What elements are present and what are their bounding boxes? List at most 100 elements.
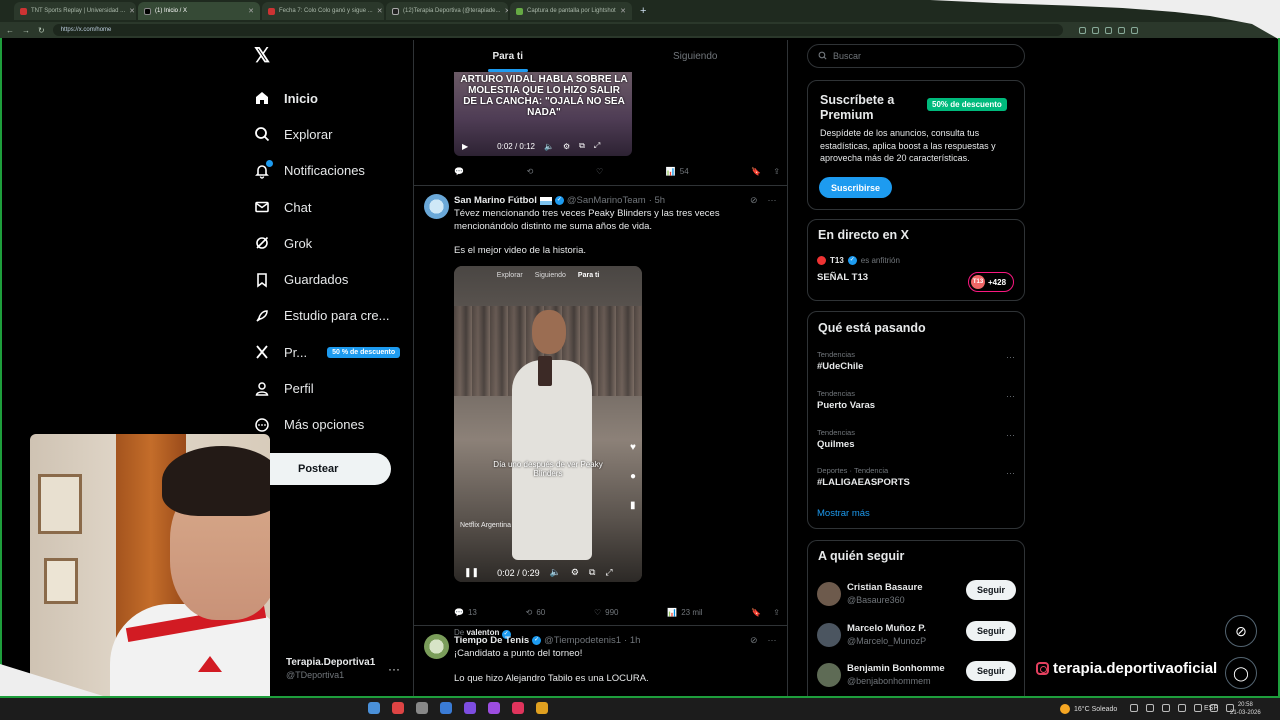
search-input[interactable]: Buscar [807, 44, 1025, 68]
views-stat[interactable]: 📊 54 [666, 167, 689, 176]
live-channel[interactable]: SEÑAL T13 [817, 272, 868, 283]
views-stat[interactable]: 📊 23 mil [667, 608, 702, 617]
menu-icon[interactable] [1130, 26, 1138, 34]
avatar[interactable] [424, 194, 449, 219]
trend-item[interactable]: Deportes · Tendencia #LALIGAEASPORTS ··· [817, 466, 1017, 488]
tray-icon[interactable] [1162, 704, 1170, 712]
nav-item-notifications[interactable]: Notificaciones [250, 153, 410, 189]
tweet-time[interactable]: · 1h [624, 635, 640, 646]
nav-item-more[interactable]: Más opciones [250, 407, 410, 443]
grok-floating-button[interactable]: ⊘ [1225, 615, 1257, 647]
reply-icon[interactable]: 💬 [454, 167, 464, 176]
post-button[interactable]: Postear [250, 453, 391, 485]
url-field[interactable]: https://x.com/home [52, 24, 1063, 36]
app-icon[interactable] [536, 702, 548, 714]
tray-icon[interactable] [1194, 704, 1202, 712]
tweet-author-handle[interactable]: @Tiempodetenis1 [544, 635, 621, 646]
nav-item-home[interactable]: Inicio [250, 80, 410, 116]
account-more-icon[interactable]: ··· [388, 662, 400, 676]
show-more-link[interactable]: Mostrar más [817, 508, 870, 519]
like-icon[interactable]: ♡ [596, 167, 603, 176]
back-arrow-icon[interactable]: ← [6, 26, 14, 35]
nav-item-chat[interactable]: Chat [250, 189, 410, 225]
chrome-icon[interactable] [368, 702, 380, 714]
repost-icon[interactable]: ⟲ [527, 167, 534, 176]
forward-arrow-icon[interactable]: → [22, 26, 30, 35]
tab-following[interactable]: Siguiendo [602, 40, 788, 72]
fullscreen-icon[interactable]: ⤢ [594, 141, 600, 151]
close-tab-icon[interactable]: ✕ [377, 7, 383, 15]
app-icon[interactable] [488, 702, 500, 714]
app-icon[interactable] [512, 702, 524, 714]
tweet-video-player[interactable]: ARTURO VIDAL HABLA SOBRE LA MOLESTIA QUE… [454, 72, 632, 156]
app-icon[interactable] [392, 702, 404, 714]
live-listeners-pill[interactable]: T13 +428 [968, 272, 1014, 292]
live-host[interactable]: T13 ✓ es anfitrión [817, 256, 900, 265]
repost-button[interactable]: ⟲ 60 [526, 608, 546, 617]
profile-icon[interactable] [1117, 26, 1125, 34]
nav-item-profile[interactable]: Perfil [250, 370, 410, 406]
nav-item-premium[interactable]: Pr... 50 % de descuento [250, 334, 410, 370]
nav-item-bookmarks[interactable]: Guardados [250, 261, 410, 297]
pip-icon[interactable]: ⧉ [579, 141, 585, 151]
avatar[interactable] [817, 663, 841, 687]
browser-tab-3[interactable]: Fecha 7: Colo Colo ganó y sigue ... ✕ [262, 2, 384, 20]
fullscreen-icon[interactable]: ⤢ [605, 567, 612, 578]
tweet-author-name[interactable]: San Marino Fútbol [454, 195, 537, 206]
more-icon[interactable]: ··· [768, 635, 777, 646]
clock[interactable]: 20:58 21-03-2026 [1230, 701, 1261, 717]
messages-floating-button[interactable]: ◯ [1225, 657, 1257, 689]
like-button[interactable]: ♡ 990 [594, 608, 619, 617]
avatar[interactable] [424, 634, 449, 659]
weather-widget[interactable]: 16°C Soleado [1060, 704, 1117, 714]
trend-item[interactable]: Tendencias #UdeChile ··· [817, 350, 1017, 372]
avatar[interactable] [817, 582, 841, 606]
more-icon[interactable]: ··· [1006, 352, 1015, 362]
volume-icon[interactable]: 🔈 [544, 142, 554, 151]
tweet-author-handle[interactable]: @SanMarinoTeam [567, 195, 646, 206]
volume-icon[interactable]: 🔈 [550, 567, 561, 578]
share-icon[interactable]: ⇪ [773, 608, 780, 617]
bookmark-icon[interactable]: 🔖 [751, 608, 761, 617]
settings-icon[interactable]: ⚙ [571, 567, 579, 578]
play-icon[interactable]: ▶ [462, 142, 468, 151]
follow-button[interactable]: Seguir [966, 661, 1016, 681]
nav-item-explore[interactable]: Explorar [250, 116, 410, 152]
follow-button[interactable]: Seguir [966, 580, 1016, 600]
settings-icon[interactable]: ⚙ [563, 142, 570, 151]
follow-button[interactable]: Seguir [966, 621, 1016, 641]
trend-item[interactable]: Tendencias Quilmes ··· [817, 428, 1017, 450]
tab-for-you[interactable]: Para ti [414, 40, 602, 72]
avatar[interactable] [817, 623, 841, 647]
trend-item[interactable]: Tendencias Puerto Varas ··· [817, 389, 1017, 411]
extension-icon[interactable] [1091, 26, 1099, 34]
grok-icon[interactable]: ⊘ [750, 635, 758, 646]
more-icon[interactable]: ··· [1006, 468, 1015, 478]
tweet-time[interactable]: · 5h [649, 195, 665, 206]
close-tab-icon[interactable]: ✕ [620, 7, 626, 15]
browser-tab-2[interactable]: (1) Inicio / X ✕ [138, 2, 260, 20]
share-icon[interactable]: ⇪ [773, 167, 780, 176]
tray-icon[interactable] [1130, 704, 1138, 712]
bookmark-icon[interactable]: 🔖 [751, 167, 761, 176]
browser-tab-4[interactable]: (12)Terapia Deportiva (@terapiade... ✕ [386, 2, 508, 20]
subscribe-button[interactable]: Suscribirse [819, 177, 892, 198]
nav-item-creator-studio[interactable]: Estudio para cre... [250, 298, 410, 334]
close-tab-icon[interactable]: ✕ [504, 7, 508, 15]
reply-button[interactable]: 💬 13 [454, 608, 477, 617]
new-tab-button[interactable]: + [634, 5, 652, 17]
close-tab-icon[interactable]: ✕ [129, 7, 135, 15]
browser-tab-1[interactable]: TNT Sports Replay | Universidad ... ✕ [14, 2, 136, 20]
x-logo-icon[interactable]: 𝕏 [254, 44, 278, 68]
language-indicator[interactable]: ESP [1204, 705, 1218, 712]
tray-icon[interactable] [1146, 704, 1154, 712]
more-icon[interactable]: ··· [1006, 430, 1015, 440]
star-icon[interactable] [1104, 26, 1112, 34]
app-icon[interactable] [440, 702, 452, 714]
tweet-author-name[interactable]: Tiempo De Tenis [454, 635, 529, 646]
nav-item-grok[interactable]: Grok [250, 225, 410, 261]
account-switcher[interactable]: Terapia.Deportiva1 @TDeportiva1 [286, 657, 375, 680]
close-tab-icon[interactable]: ✕ [248, 7, 254, 15]
tweet-video-player[interactable]: Explorar Siguiendo Para ti Día uno despu… [454, 266, 642, 582]
app-icon[interactable] [416, 702, 428, 714]
